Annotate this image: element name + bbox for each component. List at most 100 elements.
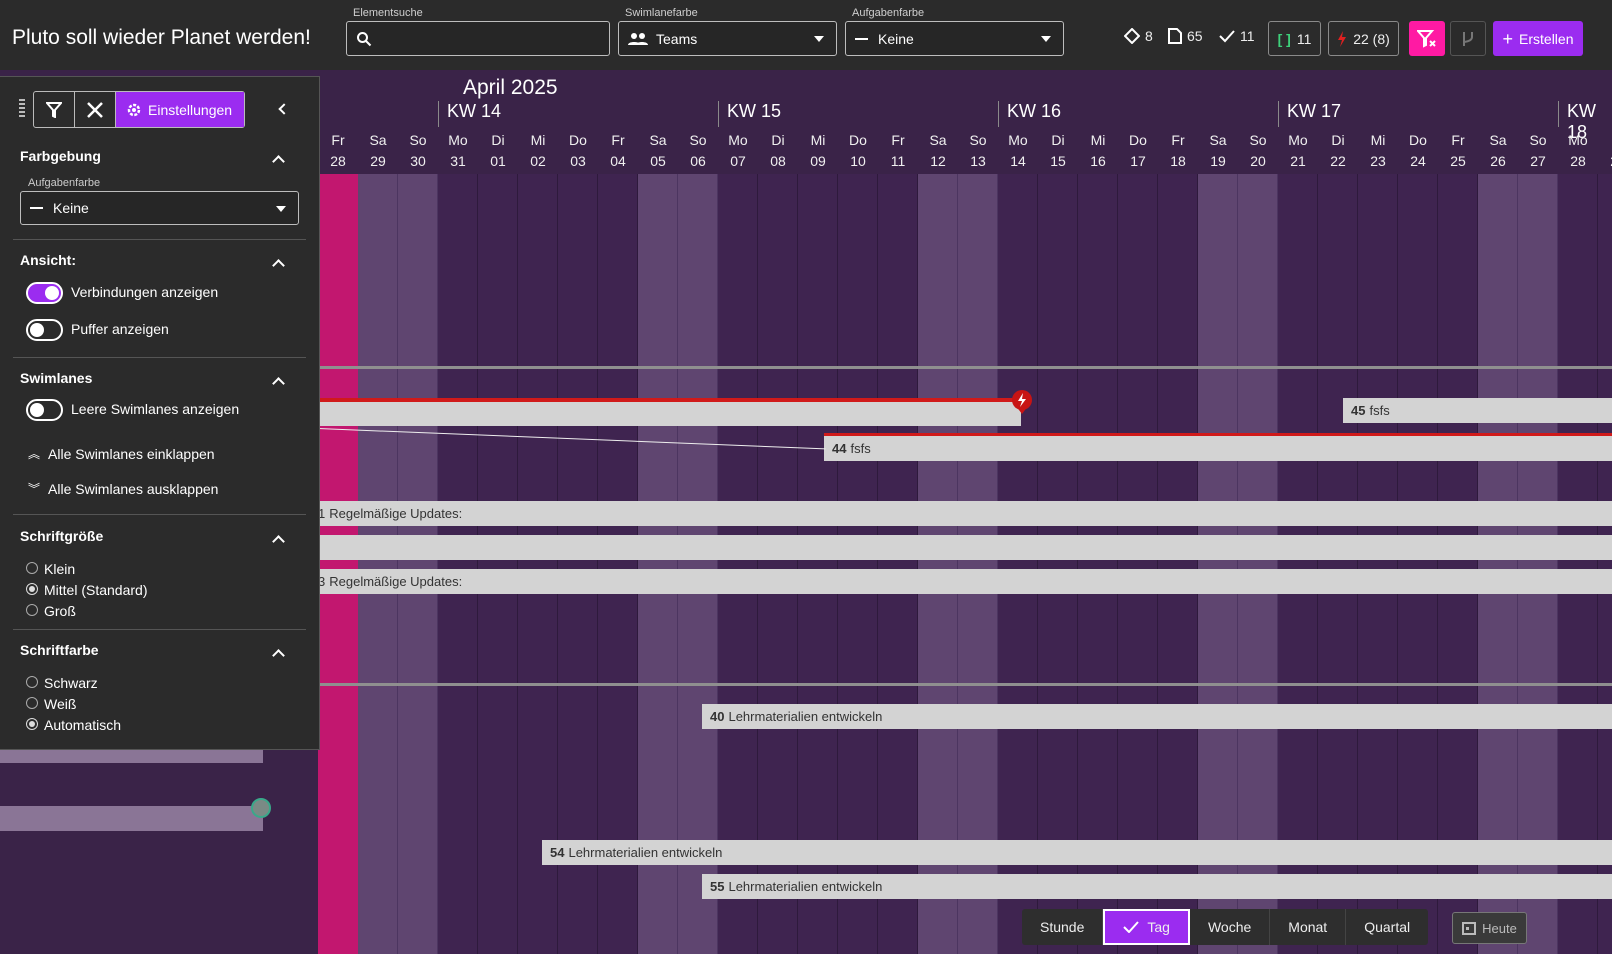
people-icon bbox=[628, 32, 648, 45]
today-button[interactable]: Heute bbox=[1452, 912, 1527, 944]
font-color-white-label: Weiß bbox=[44, 696, 77, 712]
font-size-medium-radio[interactable] bbox=[26, 583, 38, 595]
double-chevron-down-icon: ︾ bbox=[28, 482, 41, 496]
settings-tab-button[interactable]: Einstellungen bbox=[116, 92, 245, 127]
view-hour-button[interactable]: Stunde bbox=[1022, 909, 1104, 945]
font-color-black-radio[interactable] bbox=[26, 676, 38, 688]
weekday-label: Mi bbox=[530, 132, 546, 148]
day-header: Fr 25 bbox=[1438, 130, 1478, 174]
drag-handle-icon[interactable] bbox=[19, 99, 25, 117]
task-color-label: Aufgabenfarbe bbox=[28, 177, 101, 189]
swimlane-color-select[interactable]: Teams bbox=[618, 21, 837, 56]
bracket-count[interactable]: [ ] 11 bbox=[1268, 21, 1321, 56]
day-column bbox=[1358, 174, 1398, 954]
font-size-large-radio[interactable] bbox=[26, 604, 38, 616]
day-column bbox=[798, 174, 838, 954]
task-bar[interactable]: 45 fsfs bbox=[1343, 398, 1612, 423]
weekday-label: Mi bbox=[1090, 132, 1106, 148]
top-bar: Pluto soll wieder Planet werden! Element… bbox=[0, 0, 1612, 70]
weekday-label: Mi bbox=[810, 132, 826, 148]
day-number-label: 30 bbox=[410, 153, 426, 169]
font-color-white-radio[interactable] bbox=[26, 697, 38, 709]
day-column bbox=[1438, 174, 1478, 954]
settings-panel: Einstellungen Farbgebung Aufgabenfarbe K… bbox=[0, 76, 320, 750]
collapse-all-swimlanes[interactable]: ︽ Alle Swimlanes einklappen bbox=[28, 445, 215, 462]
day-column bbox=[638, 174, 678, 954]
weekday-label: Fr bbox=[891, 132, 905, 148]
task-bar[interactable]: 3 Regelmäßige Updates: bbox=[318, 569, 1612, 594]
day-header: Fr 04 bbox=[598, 130, 638, 174]
buffer-toggle[interactable] bbox=[26, 319, 63, 341]
expand-all-swimlanes[interactable]: ︾ Alle Swimlanes ausklappen bbox=[28, 480, 218, 497]
tools-button[interactable] bbox=[75, 92, 116, 127]
task-bar[interactable] bbox=[318, 535, 1612, 560]
empty-swimlanes-toggle[interactable] bbox=[26, 399, 63, 421]
day-column bbox=[958, 174, 998, 954]
day-column bbox=[1038, 174, 1078, 954]
task-color-select[interactable]: Keine bbox=[845, 21, 1064, 56]
view-day-label: Tag bbox=[1147, 919, 1170, 935]
page-title: Pluto soll wieder Planet werden! bbox=[12, 26, 311, 49]
task-bar[interactable]: 1 Regelmäßige Updates: bbox=[318, 501, 1612, 526]
font-color-auto-radio[interactable] bbox=[26, 718, 38, 730]
chevron-up-icon[interactable] bbox=[272, 377, 285, 390]
search-input[interactable] bbox=[346, 21, 610, 56]
view-week-button[interactable]: Woche bbox=[1190, 909, 1271, 945]
create-button[interactable]: + Erstellen bbox=[1493, 21, 1583, 56]
view-quarter-button[interactable]: Quartal bbox=[1346, 909, 1428, 945]
day-column bbox=[918, 174, 958, 954]
milestone-count-value: 8 bbox=[1145, 28, 1153, 44]
day-number-label: 19 bbox=[1210, 153, 1226, 169]
task-bar[interactable]: 54 Lehrmaterialien entwickeln bbox=[542, 840, 1612, 865]
document-count[interactable]: 65 bbox=[1168, 28, 1203, 44]
chevron-up-icon[interactable] bbox=[272, 649, 285, 662]
swimlane-separator bbox=[318, 683, 1612, 686]
font-size-small-radio[interactable] bbox=[26, 562, 38, 574]
chevron-up-icon[interactable] bbox=[272, 535, 285, 548]
connections-toggle[interactable] bbox=[26, 282, 63, 304]
day-number-label: 31 bbox=[450, 153, 466, 169]
swimlane-color-value: Teams bbox=[656, 30, 698, 47]
day-header: Do 24 bbox=[1398, 130, 1438, 174]
panel-task-color-select[interactable]: Keine bbox=[20, 191, 299, 225]
day-number-label: 11 bbox=[890, 153, 906, 169]
conflict-count-value: 22 (8) bbox=[1353, 30, 1390, 47]
diamond-icon bbox=[1124, 28, 1140, 44]
chevron-up-icon[interactable] bbox=[272, 259, 285, 272]
day-header: Di29 bbox=[1598, 130, 1612, 174]
task-id: 44 bbox=[832, 441, 847, 456]
day-column bbox=[358, 174, 398, 954]
day-header: Do 17 bbox=[1118, 130, 1158, 174]
bracket-count-value: 11 bbox=[1296, 30, 1312, 47]
milestone-count[interactable]: 8 bbox=[1124, 28, 1153, 44]
weekday-label: Do bbox=[849, 132, 867, 148]
branch-button[interactable] bbox=[1450, 21, 1486, 56]
day-number-label: 06 bbox=[690, 153, 706, 169]
collapse-panel-icon[interactable] bbox=[278, 103, 290, 115]
filter-button[interactable] bbox=[34, 92, 75, 127]
task-name: Lehrmaterialien entwickeln bbox=[728, 709, 883, 724]
weekday-label: Mo bbox=[1568, 132, 1588, 148]
task-bar[interactable] bbox=[0, 806, 263, 831]
day-number-label: 18 bbox=[1170, 153, 1186, 169]
conflict-count[interactable]: 22 (8) bbox=[1328, 21, 1399, 56]
checkmark-icon bbox=[1123, 921, 1140, 933]
task-bar[interactable]: 55 Lehrmaterialien entwickeln bbox=[702, 874, 1612, 899]
check-marker-icon[interactable] bbox=[251, 798, 271, 818]
view-month-button[interactable]: Monat bbox=[1270, 909, 1347, 945]
day-header: Di 22 bbox=[1318, 130, 1358, 174]
double-chevron-up-icon: ︽ bbox=[28, 447, 41, 461]
conflict-marker-icon[interactable] bbox=[1011, 390, 1033, 414]
task-bar-conflict[interactable] bbox=[318, 401, 1021, 426]
view-day-button[interactable]: Tag bbox=[1103, 909, 1190, 945]
day-header: Mo 14 bbox=[998, 130, 1038, 174]
chevron-up-icon[interactable] bbox=[272, 155, 285, 168]
day-number-label: 15 bbox=[1050, 153, 1066, 169]
filter-clear-button[interactable] bbox=[1409, 21, 1445, 56]
done-count[interactable]: 11 bbox=[1219, 28, 1255, 44]
weekday-label: Do bbox=[569, 132, 587, 148]
tools-icon bbox=[87, 101, 103, 118]
task-bar[interactable]: 40 Lehrmaterialien entwickeln bbox=[702, 704, 1612, 729]
coloring-title: Farbgebung bbox=[20, 148, 101, 164]
task-bar[interactable]: 44 fsfs bbox=[824, 436, 1612, 461]
